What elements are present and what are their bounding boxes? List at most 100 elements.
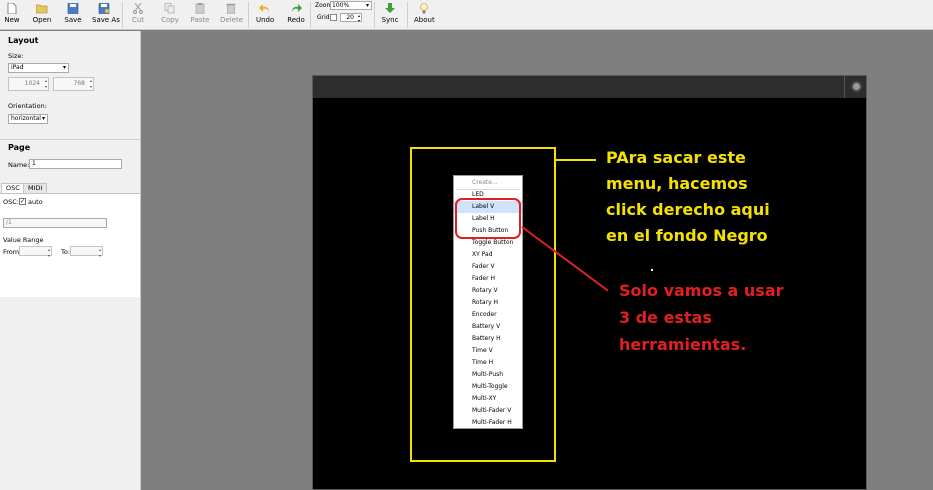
redo-label: Redo [287,16,305,24]
toolbar: New Open Save Save As Cut Copy Paste Del… [0,0,933,30]
cut-button[interactable]: Cut [130,0,146,30]
orientation-value: horizontal [11,115,41,122]
trash-icon [226,3,236,14]
save-icon [67,3,79,14]
annotation-yellow-line-3: click derecho aqui [606,200,770,219]
menu-item-xy-pad[interactable]: XY Pad [454,249,522,261]
annotation-yellow-line-2: menu, hacemos [606,174,748,193]
copy-label: Copy [161,16,179,24]
grid-size-input[interactable]: 20 ▴ ▾ [340,13,362,23]
auto-label: auto [28,198,43,206]
osc-tab-pane: OSC: ✓ auto /1 Value Range From: ▴ ▾ To: … [0,193,140,297]
from-input[interactable]: ▴ ▾ [19,246,52,258]
annotation-red-line-3: herramientas. [619,335,747,354]
redo-icon [292,4,302,12]
undo-label: Undo [256,16,275,24]
menu-item-multi-toggle[interactable]: Multi-Toggle [454,381,522,393]
size-label: Size: [8,52,24,60]
menu-item-rotary-v[interactable]: Rotary V [454,285,522,297]
sync-button[interactable]: Sync [380,0,400,30]
menu-item-time-v[interactable]: Time V [454,345,522,357]
size-select[interactable]: iPad ▾ [8,63,69,73]
device-title-bar [313,76,866,98]
annotation-red-line-1: Solo vamos a usar [619,281,784,300]
width-value: 1024 [24,80,40,87]
spin-arrows-icon: ▴ ▾ [357,13,360,23]
to-input[interactable]: ▴ ▾ [70,246,103,258]
save-as-label: Save As [92,16,120,24]
annotation-red-line-2: 3 de estas [619,308,712,327]
paste-label: Paste [190,16,210,24]
osc-label: OSC: [3,198,19,206]
save-as-button[interactable]: Save As [92,0,120,30]
context-menu-header: Create... [472,179,498,186]
page-tabs: OSC MIDI [0,183,141,193]
tab-midi-label: MIDI [28,184,43,192]
lightbulb-icon [420,3,428,14]
spin-arrows-icon: ▴ ▾ [98,247,101,258]
redo-button[interactable]: Redo [287,0,305,30]
stray-dot [651,269,653,271]
toolbar-separator [407,2,408,28]
layout-section-title: Layout [8,36,39,45]
open-button[interactable]: Open [31,0,53,30]
grid-checkbox[interactable] [330,14,337,21]
menu-item-multi-xy[interactable]: Multi-XY [454,393,522,405]
undo-icon [259,4,269,12]
tab-osc[interactable]: OSC [1,183,25,193]
page-name-label: Name: [8,161,30,169]
save-label: Save [64,16,82,24]
save-button[interactable]: Save [62,0,84,30]
annotation-yellow-line-1: PAra sacar este [606,148,746,167]
menu-item-time-h[interactable]: Time H [454,357,522,369]
orientation-select[interactable]: horizontal ▾ [8,114,48,124]
scissors-icon [133,3,143,14]
page-name-value: 1 [32,160,36,167]
menu-item-multi-push[interactable]: Multi-Push [454,369,522,381]
osc-auto-checkbox[interactable]: ✓ [19,198,26,205]
new-button[interactable]: New [3,0,21,30]
to-label: To: [61,248,71,256]
menu-item-rotary-h[interactable]: Rotary H [454,297,522,309]
new-label: New [4,16,20,24]
menu-item-multi-fader-h[interactable]: Multi-Fader H [454,417,522,429]
menu-item-multi-fader-v[interactable]: Multi-Fader V [454,405,522,417]
toolbar-separator [248,2,249,28]
undo-button[interactable]: Undo [256,0,274,30]
save-as-icon [98,3,110,14]
toolbar-separator [374,2,375,28]
menu-item-fader-v[interactable]: Fader V [454,261,522,273]
copy-icon [164,3,175,14]
sync-download-icon [385,3,395,13]
menu-item-battery-h[interactable]: Battery H [454,333,522,345]
osc-address-value: /1 [6,219,12,226]
sync-label: Sync [381,16,399,24]
menu-item-fader-h[interactable]: Fader H [454,273,522,285]
new-file-icon [7,3,17,14]
zoom-select[interactable]: 100% ▾ [330,1,372,10]
about-button[interactable]: About [414,0,435,30]
menu-item-encoder[interactable]: Encoder [454,309,522,321]
paste-button[interactable]: Paste [190,0,210,30]
height-input[interactable]: 768 ▴ ▾ [53,77,94,91]
osc-address-input[interactable]: /1 [3,218,107,228]
device-rail [844,76,845,98]
tab-osc-label: OSC [6,184,20,192]
zoom-value: 100% [332,2,350,9]
tab-midi[interactable]: MIDI [23,183,48,193]
delete-button[interactable]: Delete [220,0,243,30]
spin-arrows-icon: ▴ ▾ [89,78,92,89]
menu-item-battery-v[interactable]: Battery V [454,321,522,333]
width-input[interactable]: 1024 ▴ ▾ [8,77,49,91]
chevron-down-icon: ▾ [41,115,45,122]
grid-size-value: 20 [346,14,354,21]
copy-button[interactable]: Copy [160,0,180,30]
page-section-title: Page [8,143,31,152]
annotation-yellow-text: PAra sacar este menu, hacemos click dere… [606,145,816,249]
chevron-down-icon: ▾ [62,64,66,71]
check-icon: ✓ [20,198,26,205]
size-value: iPad [11,64,24,71]
orientation-label: Orientation: [8,102,47,110]
page-name-input[interactable]: 1 [29,159,122,169]
delete-label: Delete [220,16,243,24]
